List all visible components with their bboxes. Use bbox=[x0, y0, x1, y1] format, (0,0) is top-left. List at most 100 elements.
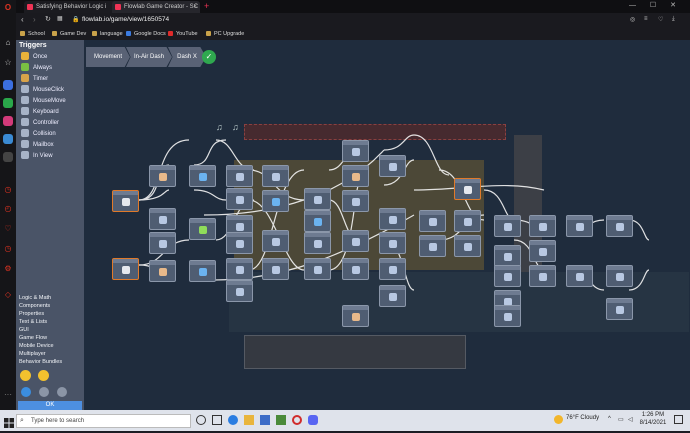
clock-time[interactable]: 1:26 PM bbox=[638, 412, 668, 418]
behavior-node[interactable] bbox=[226, 165, 253, 187]
behavior-node[interactable] bbox=[494, 245, 521, 267]
trigger-mailbox[interactable]: Mailbox bbox=[21, 140, 54, 151]
back-icon[interactable]: ‹ bbox=[21, 15, 24, 24]
messenger-icon[interactable] bbox=[3, 80, 13, 90]
bookmark-language[interactable]: language bbox=[92, 28, 123, 40]
behavior-node[interactable] bbox=[342, 140, 369, 162]
behavior-node[interactable] bbox=[454, 178, 481, 200]
behavior-node[interactable] bbox=[379, 155, 406, 177]
behavior-node[interactable] bbox=[189, 165, 216, 187]
behavior-node[interactable] bbox=[112, 190, 139, 212]
trigger-collision[interactable]: Collision bbox=[21, 129, 56, 140]
url-field[interactable]: flowlab.io/game/view/1650574 bbox=[82, 16, 169, 23]
behavior-node[interactable] bbox=[606, 298, 633, 320]
behavior-node[interactable] bbox=[226, 280, 253, 302]
file-explorer-icon[interactable] bbox=[244, 415, 254, 425]
camera-icon[interactable]: ◎ bbox=[630, 16, 635, 23]
minecraft-icon[interactable] bbox=[276, 415, 286, 425]
behavior-node[interactable] bbox=[379, 285, 406, 307]
behavior-node[interactable] bbox=[529, 265, 556, 287]
behavior-node[interactable] bbox=[566, 265, 593, 287]
telegram-icon[interactable] bbox=[3, 134, 13, 144]
behavior-node[interactable] bbox=[226, 188, 253, 210]
pause-button[interactable] bbox=[39, 387, 49, 397]
windows-start-icon[interactable] bbox=[4, 415, 14, 428]
tray-chevron-icon[interactable]: ^ bbox=[608, 416, 611, 422]
trigger-in-view[interactable]: In View bbox=[21, 151, 53, 162]
heart-icon[interactable]: ♡ bbox=[3, 224, 13, 234]
category-game-flow[interactable]: Game Flow bbox=[19, 334, 47, 342]
trigger-keyboard[interactable]: Keyboard bbox=[21, 107, 59, 118]
behavior-node[interactable] bbox=[262, 258, 289, 280]
behavior-node[interactable] bbox=[379, 258, 406, 280]
behavior-node[interactable] bbox=[494, 215, 521, 237]
notifications-icon[interactable] bbox=[674, 415, 683, 424]
grid-icon[interactable]: ▦ bbox=[57, 15, 63, 22]
behavior-node[interactable] bbox=[149, 165, 176, 187]
behavior-node[interactable] bbox=[189, 260, 216, 282]
clock-date[interactable]: 8/14/2021 bbox=[638, 420, 668, 426]
bookmarks-icon[interactable]: ☆ bbox=[3, 58, 13, 68]
window-controls[interactable]: — ☐ ✕ bbox=[629, 0, 682, 12]
behavior-node[interactable] bbox=[606, 265, 633, 287]
category-mobile-device[interactable]: Mobile Device bbox=[19, 342, 54, 350]
behavior-node[interactable] bbox=[529, 215, 556, 237]
behavior-node[interactable] bbox=[304, 210, 331, 232]
behavior-node[interactable] bbox=[606, 215, 633, 237]
trigger-always[interactable]: Always bbox=[21, 63, 52, 74]
new-tab-button[interactable]: + bbox=[204, 0, 209, 12]
behavior-node[interactable] bbox=[149, 208, 176, 230]
weather-text[interactable]: 76°F Cloudy bbox=[566, 415, 599, 421]
trigger-once[interactable]: Once bbox=[21, 52, 47, 63]
behavior-node[interactable] bbox=[379, 208, 406, 230]
task-view-icon[interactable] bbox=[212, 415, 222, 425]
category-multiplayer[interactable]: Multiplayer bbox=[19, 350, 46, 358]
behavior-node[interactable] bbox=[342, 305, 369, 327]
ok-button[interactable]: OK bbox=[18, 401, 82, 410]
behavior-node[interactable] bbox=[304, 188, 331, 210]
behavior-editor[interactable]: Movement In-Air Dash Dash X ✓ ♫ ♫ bbox=[84, 40, 690, 410]
behavior-node[interactable] bbox=[566, 215, 593, 237]
behavior-node[interactable] bbox=[342, 258, 369, 280]
clock-icon[interactable]: ◴ bbox=[3, 204, 13, 214]
trigger-mouseclick[interactable]: MouseClick bbox=[21, 85, 64, 96]
bookmark-youtube[interactable]: YouTube bbox=[168, 28, 198, 40]
behavior-node[interactable] bbox=[454, 210, 481, 232]
behavior-node[interactable] bbox=[304, 258, 331, 280]
stop-button[interactable] bbox=[57, 387, 67, 397]
behavior-node[interactable] bbox=[342, 230, 369, 252]
whatsapp-icon[interactable] bbox=[3, 98, 13, 108]
menu-icon[interactable]: ≡ bbox=[644, 16, 648, 22]
behavior-node[interactable] bbox=[189, 218, 216, 240]
behavior-node[interactable] bbox=[226, 258, 253, 280]
speed-dial-icon[interactable]: ⌂ bbox=[3, 38, 13, 48]
behavior-node[interactable] bbox=[262, 190, 289, 212]
behavior-node[interactable] bbox=[149, 232, 176, 254]
store-icon[interactable] bbox=[260, 415, 270, 425]
trigger-timer[interactable]: Timer bbox=[21, 74, 48, 85]
opera-logo-icon[interactable]: O bbox=[3, 3, 13, 13]
history-icon[interactable]: ◷ bbox=[3, 244, 13, 254]
bookmark-school[interactable]: School bbox=[20, 28, 45, 40]
behavior-node[interactable] bbox=[226, 232, 253, 254]
behavior-node[interactable] bbox=[494, 265, 521, 287]
play-button[interactable] bbox=[21, 387, 31, 397]
category-gui[interactable]: GUI bbox=[19, 326, 29, 334]
instagram-icon[interactable] bbox=[3, 116, 13, 126]
behavior-node[interactable] bbox=[262, 230, 289, 252]
category-text-lists[interactable]: Text & Lists bbox=[19, 318, 47, 326]
close-icon[interactable]: × bbox=[193, 1, 197, 13]
behavior-node[interactable] bbox=[419, 235, 446, 257]
network-icon[interactable]: ▭ bbox=[618, 416, 624, 423]
trigger-controller[interactable]: Controller bbox=[21, 118, 59, 129]
history-icon[interactable]: ◷ bbox=[3, 185, 13, 195]
vpn-icon[interactable]: ◇ bbox=[3, 290, 13, 300]
volume-icon[interactable]: ◁ bbox=[628, 416, 633, 423]
behavior-node[interactable] bbox=[454, 235, 481, 257]
zoom-out-icon[interactable] bbox=[38, 370, 49, 381]
behavior-node[interactable] bbox=[342, 165, 369, 187]
behavior-node[interactable] bbox=[112, 258, 139, 280]
forward-icon[interactable]: › bbox=[33, 15, 36, 24]
zoom-in-icon[interactable] bbox=[20, 370, 31, 381]
discord-icon[interactable] bbox=[308, 415, 318, 425]
